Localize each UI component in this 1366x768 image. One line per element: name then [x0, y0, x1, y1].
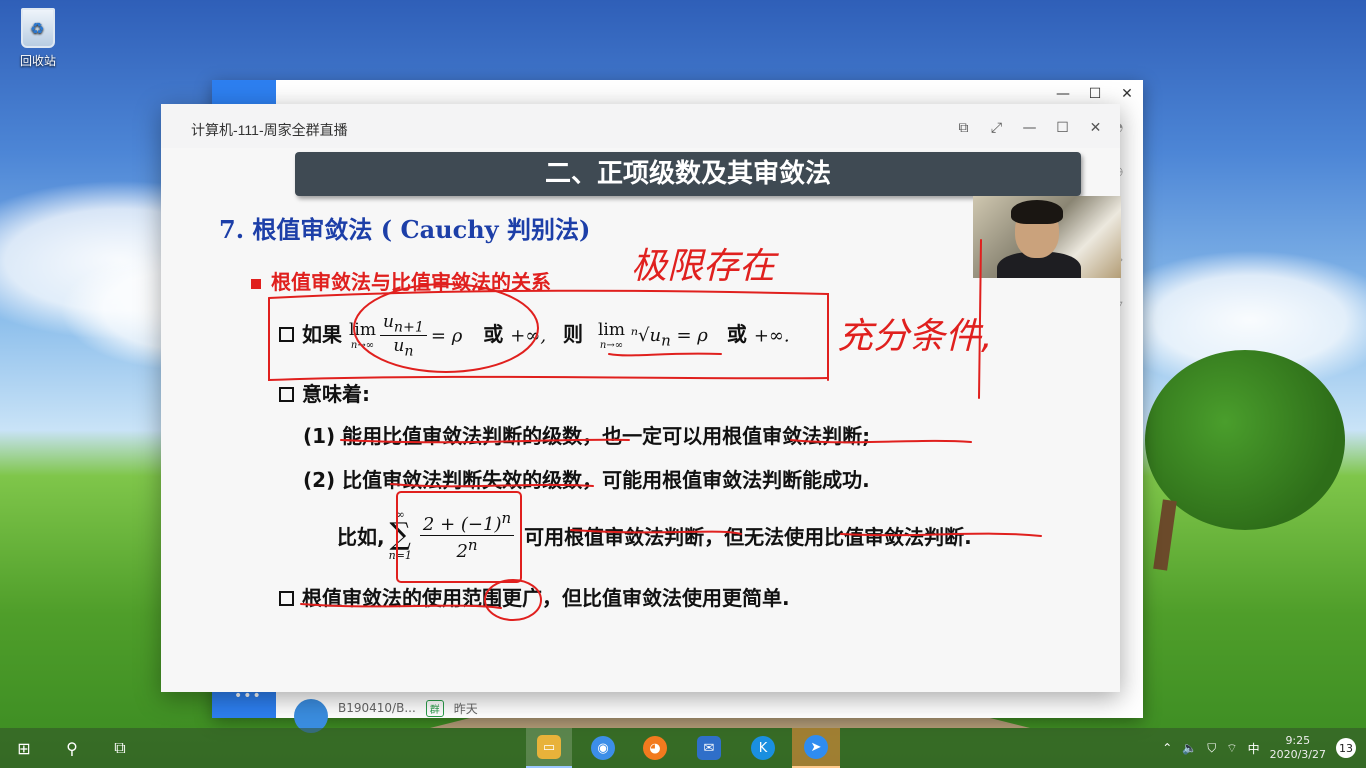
then-label: 则 [563, 322, 584, 347]
group-tag: 群 [425, 699, 444, 717]
square-bullet-icon [251, 278, 261, 289]
mail-icon: ✉ [697, 736, 721, 760]
taskbar: ⊞ ⚲ ⧉ ▭ ◉ ◕ ✉ K ➤ ⌃ 🔈 ⛉ ⌔ 中 9:25 2020/3/… [0, 728, 1366, 768]
clock[interactable]: 9:25 2020/3/27 [1270, 734, 1326, 762]
example-suffix: 可用根值审敛法判断，但无法使用比值审敛法判断. [524, 524, 972, 549]
notification-badge[interactable]: 13 [1336, 738, 1356, 758]
recycle-bin[interactable]: 回收站 [12, 8, 64, 69]
popout-icon[interactable]: ⧉ [947, 116, 980, 140]
dingtalk-icon: ➤ [804, 735, 828, 759]
presenter-hair [1011, 200, 1063, 224]
note-top: 极限存在 [631, 246, 779, 287]
minimize-button[interactable]: — [1013, 116, 1046, 140]
live-stream-window[interactable]: 计算机-111-周家全群直播 ⧉ ⤢ — ☐ ✕ 二、正项级数及其审敛法 7. … [161, 104, 1121, 692]
window-controls: ⧉ ⤢ — ☐ ✕ [947, 116, 1112, 140]
task-view-icon: ⧉ [114, 738, 126, 757]
chrome-icon: ◉ [591, 736, 615, 760]
means-line: 意味着: [279, 378, 370, 407]
slide-banner: 二、正项级数及其审敛法 [295, 152, 1081, 196]
search-button[interactable]: ⚲ [48, 728, 96, 768]
start-button[interactable]: ⊞ [0, 728, 48, 768]
item-1: (1) 能用比值审敛法判断的级数，也一定可以用根值审敛法判断; [303, 424, 871, 448]
recycle-bin-icon [21, 8, 55, 48]
conclusion-line: 根值审敛法的使用范围更广，但比值审敛法使用更简单. [279, 582, 790, 611]
clock-date: 2020/3/27 [1269, 748, 1326, 761]
condition-line: 如果 lim n→∞ un+1 un = ρ 或 +∞, 则 lim n→∞ ⁿ√un =… [279, 312, 790, 360]
list-item-name: B190410/B... [338, 701, 416, 715]
close-button[interactable]: ✕ [1079, 116, 1112, 140]
item-2: (2) 比值审敛法判断失效的级数，可能用根值审敛法判断能成功. [303, 468, 870, 492]
note-right: 充分条件, [837, 316, 992, 357]
clock-time: 9:25 [1285, 734, 1311, 747]
chrome-app[interactable]: ◉ [580, 728, 626, 768]
checkbox-bullet-icon [279, 387, 294, 402]
k-icon: K [751, 736, 775, 760]
if-label: 如果 [302, 322, 342, 347]
recycle-bin-label: 回收站 [19, 54, 56, 68]
fullscreen-icon[interactable]: ⤢ [980, 116, 1013, 140]
shield-icon[interactable]: ⛉ [1207, 741, 1216, 756]
webcam-video[interactable] [973, 196, 1121, 278]
lim-symbol: lim n→∞ [598, 320, 625, 352]
or-label: 或 [726, 322, 747, 347]
network-icon[interactable]: ⌔ [1226, 741, 1237, 756]
or-label: 或 [483, 322, 504, 347]
dingtalk-app[interactable]: ➤ [792, 728, 840, 768]
checkbox-bullet-icon [279, 327, 294, 343]
tree-trunk [1153, 499, 1177, 571]
search-icon: ⚲ [66, 738, 78, 758]
checkbox-bullet-icon [279, 591, 294, 606]
system-tray: ⌃ 🔈 ⛉ ⌔ 中 9:25 2020/3/27 13 [1162, 728, 1366, 768]
task-view-button[interactable]: ⧉ [96, 728, 144, 768]
k-app[interactable]: K [740, 728, 786, 768]
list-item-time: 昨天 [453, 701, 478, 716]
lim-symbol: lim n→∞ [348, 320, 376, 352]
window-title: 计算机-111-周家全群直播 [191, 122, 348, 138]
mail-app[interactable]: ✉ [686, 728, 732, 768]
example-fraction: 2 + (−1)n 2n [419, 509, 515, 562]
windows-icon: ⊞ [17, 738, 31, 758]
means-label: 意味着: [302, 382, 370, 406]
slide-heading: 7. 根值审敛法 ( Cauchy 判别法) [219, 215, 591, 244]
folder-icon: ▭ [537, 735, 561, 759]
conclusion-text: 根值审敛法的使用范围更广，但比值审敛法使用更简单. [302, 586, 790, 610]
example-prefix: 比如, [337, 524, 385, 549]
example-line: 比如, ∞ ∑ n=1 2 + (−1)n 2n 可用根值审敛法判断，但无法使用比值审… [337, 508, 972, 562]
list-item[interactable]: B190410/B... 群 昨天 [294, 698, 478, 733]
red-bullet: 根值审敛法与比值审敛法的关系 [251, 266, 551, 295]
input-method-icon[interactable]: 中 [1248, 740, 1260, 757]
firefox-app[interactable]: ◕ [632, 728, 678, 768]
volume-icon[interactable]: 🔈 [1182, 741, 1197, 755]
sum-symbol: ∞ ∑ n=1 [388, 508, 412, 562]
file-explorer-app[interactable]: ▭ [526, 728, 572, 768]
chevron-up-icon[interactable]: ⌃ [1162, 741, 1172, 755]
ratio-fraction: un+1 un [379, 312, 427, 360]
red-bullet-text: 根值审敛法与比值审敛法的关系 [271, 270, 551, 294]
firefox-icon: ◕ [643, 736, 667, 760]
maximize-button[interactable]: ☐ [1046, 116, 1079, 140]
presentation-slide: 二、正项级数及其审敛法 7. 根值审敛法 ( Cauchy 判别法) 根值审敛法… [161, 148, 1121, 692]
